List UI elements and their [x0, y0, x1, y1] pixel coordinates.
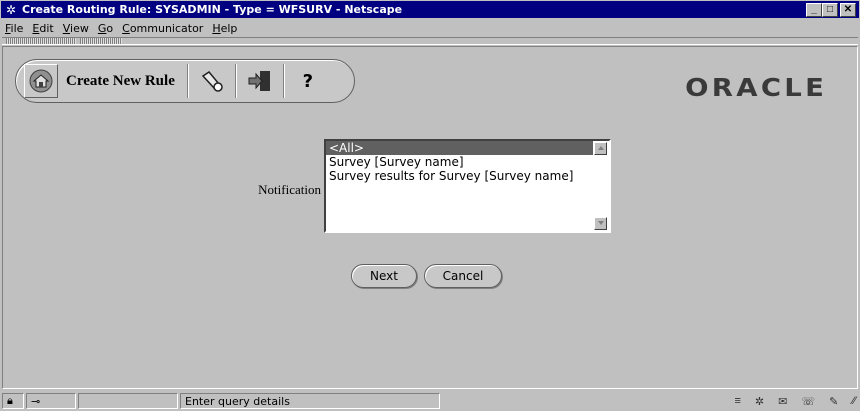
connection-status-icon: ⊸: [26, 393, 76, 409]
exit-button[interactable]: [243, 64, 277, 98]
progress-panel: [78, 393, 178, 409]
next-button[interactable]: Next: [351, 264, 417, 288]
discussion-icon[interactable]: ☏: [801, 395, 815, 408]
netscape-app-icon[interactable]: ✲: [4, 3, 18, 17]
minimize-button[interactable]: _: [806, 3, 822, 17]
page-content: Create New Rule ? ORACLE Notification <A…: [2, 46, 858, 389]
listbox-scrollbar[interactable]: [593, 141, 609, 231]
scroll-up-arrow[interactable]: [594, 142, 607, 155]
window-controls: _ □ ✕: [806, 3, 856, 17]
notification-listbox[interactable]: <All> Survey [Survey name] Survey result…: [324, 139, 611, 233]
help-button[interactable]: ?: [291, 64, 325, 98]
listbox-option[interactable]: Survey [Survey name]: [326, 155, 593, 169]
resize-grip-icon[interactable]: ⁄⁄: [852, 395, 856, 407]
chevron-up-icon: [597, 146, 604, 150]
toolbar-divider: [282, 64, 285, 98]
menu-edit[interactable]: Edit: [32, 22, 53, 35]
maximize-button[interactable]: □: [822, 3, 838, 17]
window-titlebar[interactable]: ✲ Create Routing Rule: SYSADMIN - Type =…: [0, 0, 860, 19]
status-bar: 🔒︎ ⊸ Enter query details ≡ ✲ ✉ ☏ ✎ ⁄⁄: [0, 391, 860, 411]
menu-bar: File Edit View Go Communicator Help: [0, 19, 860, 37]
navigator-icon[interactable]: ≡: [734, 395, 740, 407]
menu-help[interactable]: Help: [212, 22, 237, 35]
toolbar-divider: [234, 64, 237, 98]
toolbar-grip: [2, 37, 858, 45]
menu-view[interactable]: View: [63, 22, 89, 35]
flashlight-icon: [201, 71, 223, 92]
cancel-button[interactable]: Cancel: [424, 264, 502, 288]
navigation-toolbar-tab[interactable]: [6, 38, 76, 44]
page-title: Create New Rule: [66, 72, 175, 89]
listbox-option[interactable]: Survey results for Survey [Survey name]: [326, 169, 593, 183]
menu-communicator[interactable]: Communicator: [122, 22, 203, 35]
security-lock-icon[interactable]: 🔒︎: [2, 393, 24, 409]
close-button[interactable]: ✕: [840, 3, 856, 17]
scroll-down-arrow[interactable]: [594, 217, 607, 230]
listbox-option[interactable]: <All>: [326, 141, 593, 155]
exit-door-icon: [248, 71, 270, 91]
oracle-logo: ORACLE: [684, 73, 827, 102]
listbox-options: <All> Survey [Survey name] Survey result…: [326, 141, 593, 231]
home-button[interactable]: [24, 64, 58, 98]
window-title: Create Routing Rule: SYSADMIN - Type = W…: [22, 3, 403, 16]
help-icon: ?: [302, 70, 314, 92]
menu-file[interactable]: File: [5, 22, 23, 35]
chevron-down-icon: [597, 221, 604, 225]
menu-go[interactable]: Go: [98, 22, 113, 35]
status-message: Enter query details: [180, 393, 440, 409]
search-button[interactable]: [195, 64, 229, 98]
notification-label: Notification: [258, 182, 321, 197]
location-toolbar-tab[interactable]: [80, 38, 122, 44]
mailbox-icon[interactable]: ✉: [778, 395, 787, 408]
composer-icon[interactable]: ✎: [829, 395, 838, 408]
component-bar: ≡ ✲ ✉ ☏ ✎ ⁄⁄: [734, 393, 856, 409]
home-icon: [29, 69, 53, 93]
app-toolbar: Create New Rule ?: [15, 59, 355, 103]
activity-icon[interactable]: ✲: [755, 395, 764, 408]
toolbar-divider: [186, 64, 189, 98]
